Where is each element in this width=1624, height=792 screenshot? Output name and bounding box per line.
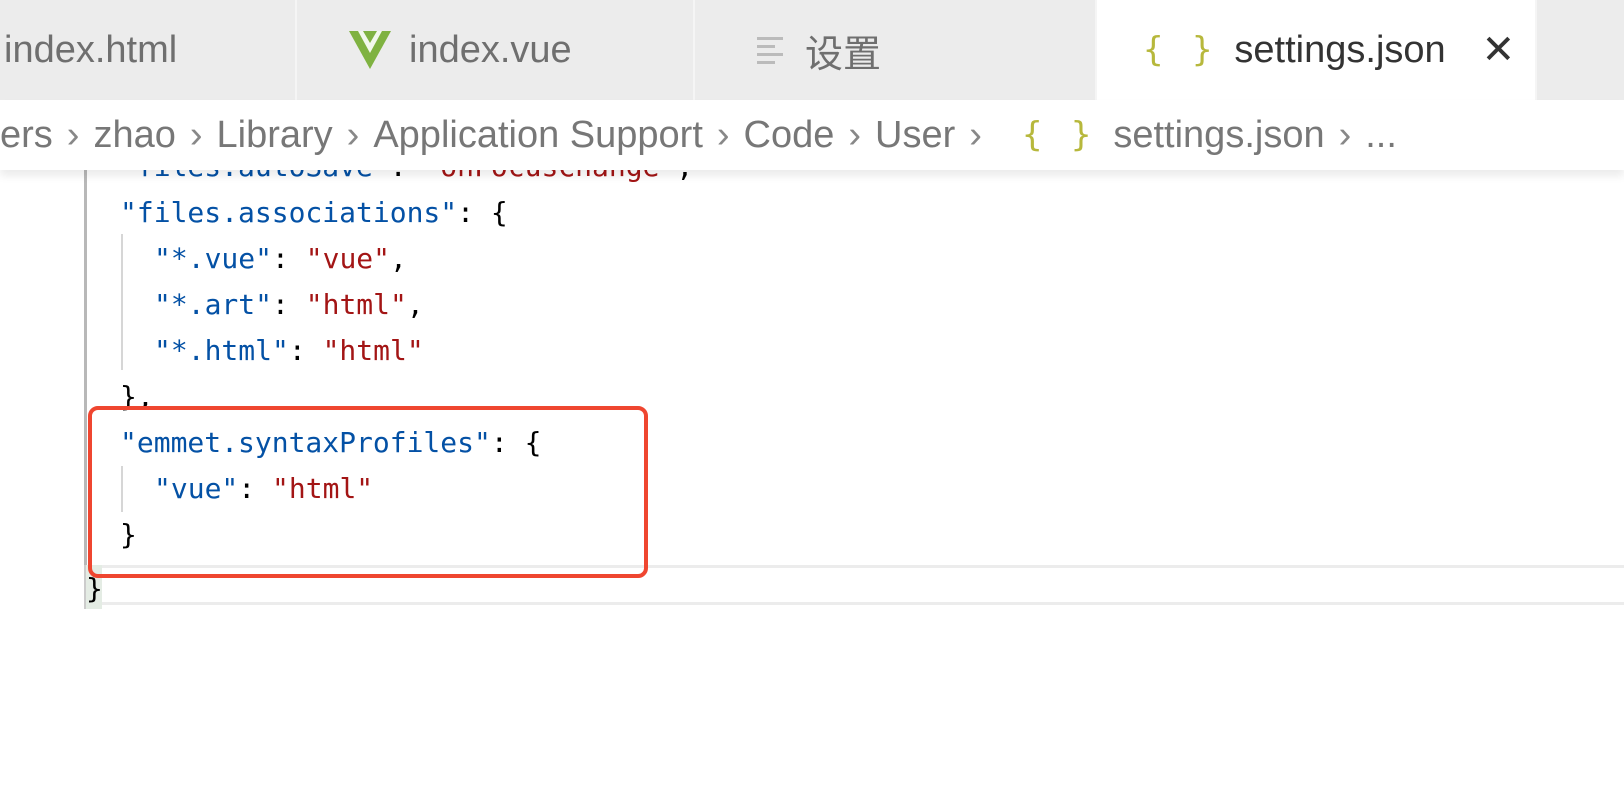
tab-bar: index.html index.vue 设置 { } settings.jso… (0, 0, 1624, 100)
breadcrumb-item[interactable]: Code (744, 114, 835, 157)
code-line: "*.html": "html" (154, 328, 424, 374)
breadcrumb-more[interactable]: ... (1365, 114, 1397, 157)
code-punct: : (272, 242, 306, 275)
code-editor[interactable]: "files.autoSave": "onFocusChange","files… (0, 150, 1624, 792)
vue-logo-icon (349, 31, 391, 69)
code-line: "files.associations": { (120, 190, 508, 236)
code-value: "html" (322, 334, 424, 367)
breadcrumb-item[interactable]: Application Support (373, 114, 703, 157)
tab-label: index.vue (409, 28, 572, 71)
code-punct: : (288, 334, 323, 367)
chevron-right-icon: › (66, 113, 80, 156)
breadcrumb-item[interactable]: ers (0, 114, 53, 157)
code-line: "*.art": "html", (154, 282, 424, 328)
chevron-right-icon: › (189, 113, 203, 156)
json-braces-icon: { } (1021, 115, 1096, 155)
close-icon[interactable]: ✕ (1482, 27, 1516, 73)
code-key: "files.associations" (120, 196, 458, 229)
tab-label: 设置 (805, 33, 882, 76)
tab-label: index.html (4, 28, 178, 71)
breadcrumb-item[interactable]: zhao (93, 114, 175, 157)
code-key: "*.art" (154, 288, 273, 321)
tab-settings-ui[interactable]: 设置 (695, 0, 1097, 100)
code-line: "*.vue": "vue", (154, 236, 407, 282)
tab-index-vue[interactable]: index.vue (297, 0, 695, 100)
tab-index-html[interactable]: index.html (0, 0, 297, 100)
code-end: , (406, 288, 424, 321)
json-braces-icon: { } (1143, 30, 1217, 70)
chevron-right-icon: › (1338, 113, 1352, 156)
breadcrumb-item[interactable]: User (875, 114, 955, 157)
code-punct: : { (457, 196, 508, 229)
chevron-right-icon: › (346, 113, 360, 156)
breadcrumb-item-file[interactable]: settings.json (1113, 114, 1324, 157)
code-punct: : (272, 288, 306, 321)
tab-label: settings.json (1234, 28, 1446, 71)
indent-guide (121, 234, 123, 370)
annotation-highlight-box (88, 406, 648, 578)
settings-lines-icon (757, 33, 787, 67)
tab-settings-json[interactable]: { } settings.json ✕ (1097, 0, 1537, 100)
code-value: "vue" (305, 242, 391, 275)
chevron-right-icon: › (969, 113, 982, 156)
chevron-right-icon: › (716, 113, 730, 156)
code-key: "*.vue" (154, 242, 273, 275)
gutter-line (84, 170, 87, 565)
chevron-right-icon: › (848, 113, 862, 156)
code-value: "html" (305, 288, 407, 321)
code-end: , (390, 242, 407, 275)
code-key: "*.html" (154, 334, 289, 367)
breadcrumb-item[interactable]: Library (217, 114, 333, 157)
breadcrumb: ers › zhao › Library › Application Support ›… (0, 100, 1624, 170)
